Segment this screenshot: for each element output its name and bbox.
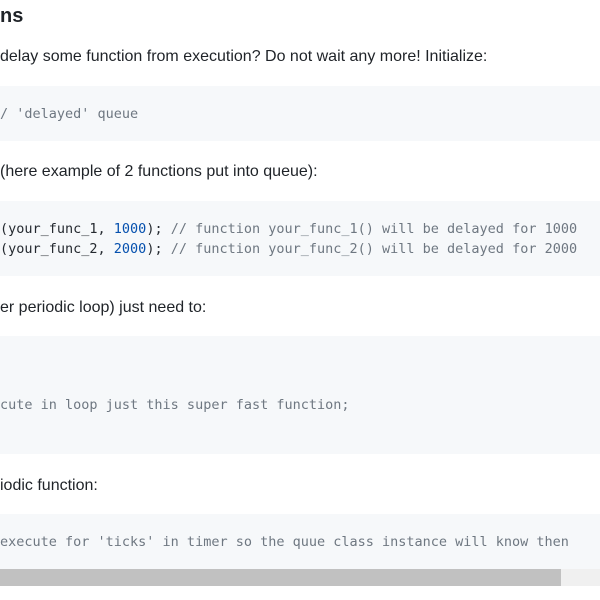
code-line: cute in loop just this super fast functi… [0,395,350,415]
code-block-queue: (your_func_1, 1000); // function your_fu… [0,201,600,276]
loop-paragraph: er periodic loop) just need to: [0,299,207,316]
code-call: (your_func_2, [0,241,114,257]
code-number: 2000 [113,241,147,257]
code-comment: // function your_func_2() will be delaye… [170,241,578,257]
code-call: (your_func_1, [0,221,114,237]
code-line: execute for 'ticks' in timer so the quue… [0,532,569,552]
code-comment: execute for 'ticks' in timer so the quue… [0,534,569,550]
section-heading: ns [0,5,24,27]
code-block-loop: cute in loop just this super fast functi… [0,336,600,454]
periodic-paragraph: iodic function: [0,477,98,494]
code-line: / 'delayed' queue [0,104,138,124]
code-line: (your_func_1, 1000); // function your_fu… [0,219,577,239]
code-comment: // function your_func_1() will be delaye… [170,221,578,237]
horizontal-scrollbar[interactable] [0,569,600,586]
code-block-periodic: execute for 'ticks' in timer so the quue… [0,514,600,569]
code-call-close: ); [146,221,171,237]
code-line: (your_func_2, 2000); // function your_fu… [0,239,577,259]
code-comment: cute in loop just this super fast functi… [0,397,350,413]
example-paragraph: (here example of 2 functions put into qu… [0,163,318,180]
intro-paragraph: delay some function from execution? Do n… [0,48,488,65]
code-call-close: ); [146,241,171,257]
code-comment: / 'delayed' queue [0,106,139,122]
code-number: 1000 [113,221,147,237]
scrollbar-thumb[interactable] [0,569,561,586]
code-block-init: / 'delayed' queue [0,86,600,141]
